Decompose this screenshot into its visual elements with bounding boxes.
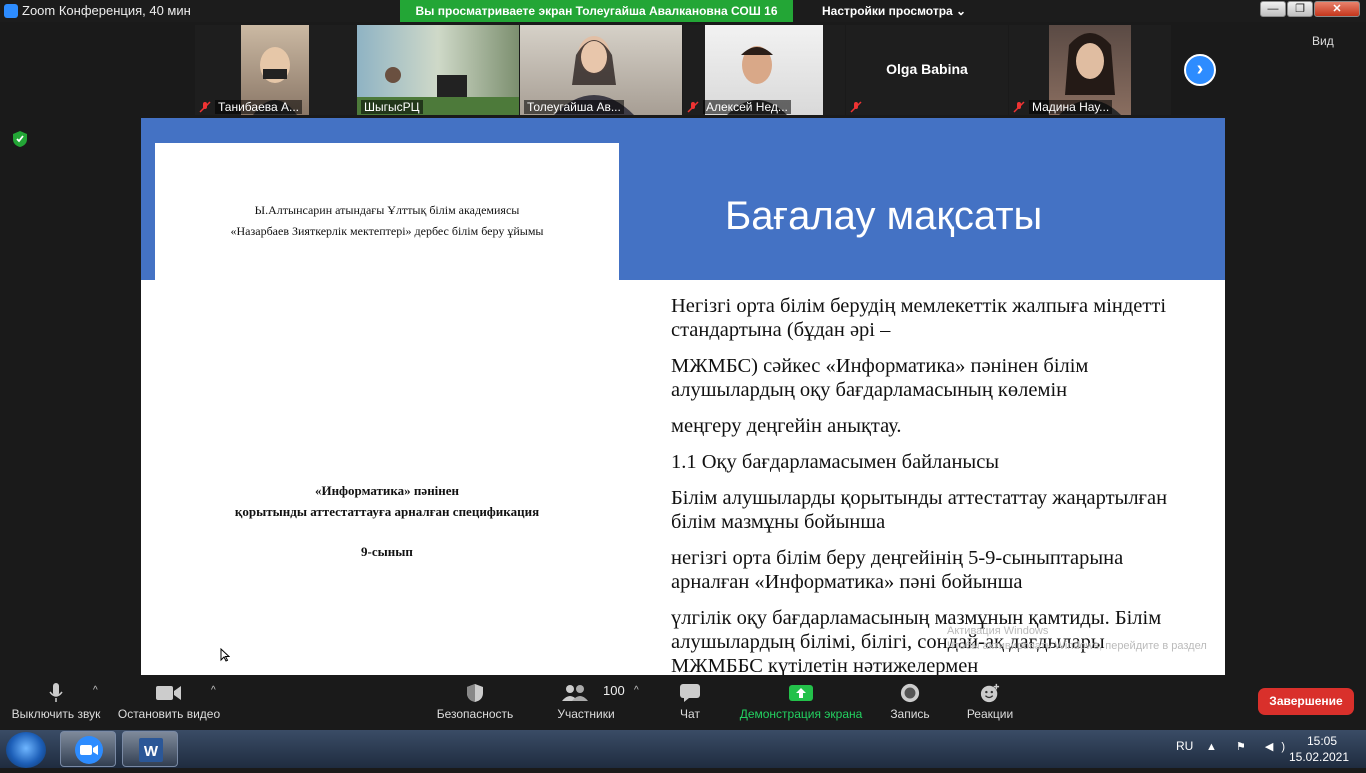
mic-muted-icon	[199, 101, 211, 113]
participants-options-caret-icon[interactable]: ^	[634, 685, 639, 696]
participant-tile[interactable]: Алексей Нед...	[683, 25, 845, 115]
share-screen-icon	[789, 685, 813, 701]
participant-name: ШыгысРЦ	[361, 100, 423, 114]
meeting-toolbar: Выключить звук ^ Остановить видео ^ Безо…	[0, 675, 1366, 730]
slide-body: Негізгі орта білім берудің мемлекеттік ж…	[671, 294, 1191, 675]
share-screen-label: Демонстрация экрана	[739, 707, 863, 721]
participant-name: Алексей Нед...	[703, 100, 791, 114]
slide-paragraph: МЖМБС) сәйкес «Информатика» пәнінен білі…	[671, 355, 1089, 401]
close-button[interactable]: ✕	[1314, 1, 1360, 17]
shared-screen: Ы.Алтынсарин атындағы Ұлттық білім акаде…	[141, 118, 1225, 675]
mic-muted-icon	[687, 101, 699, 113]
security-label: Безопасность	[436, 707, 514, 721]
participants-label: Участники	[557, 707, 615, 721]
participant-tile[interactable]: Olga Babina	[846, 25, 1008, 115]
stop-video-label: Остановить видео	[117, 707, 221, 721]
microphone-icon	[49, 683, 63, 702]
record-button[interactable]: Запись	[880, 675, 940, 730]
reactions-button[interactable]: Реакции	[960, 675, 1020, 730]
document-org-line: Ы.Алтынсарин атындағы Ұлттық білім акаде…	[254, 203, 520, 217]
clock-time[interactable]: 15:05	[1290, 734, 1354, 748]
security-button[interactable]: Безопасность	[430, 675, 520, 730]
stop-video-button[interactable]: Остановить видео	[114, 675, 224, 730]
slide-paragraph: негізгі орта білім беру деңгейінің 5-9-с…	[671, 547, 1124, 593]
mute-label: Выключить звук	[11, 707, 101, 721]
document-org-line: «Назарбаев Зияткерлік мектептері» дербес…	[230, 224, 544, 238]
watermark-line: Активация Windows	[947, 625, 1049, 637]
windows-start-icon[interactable]	[6, 732, 46, 768]
participant-tile[interactable]: Танибаева А...	[195, 25, 357, 115]
view-button[interactable]: Вид	[1312, 34, 1334, 48]
maximize-button[interactable]: ❐	[1287, 1, 1313, 17]
participant-name: Мадина Нау...	[1029, 100, 1113, 114]
word-document-icon: W	[139, 738, 163, 762]
document-title: «Информатика» пәнінен	[314, 483, 460, 498]
word-letter: W	[144, 743, 159, 760]
taskbar-word-app[interactable]: W	[122, 731, 178, 767]
mic-muted-icon	[1013, 101, 1025, 113]
reactions-label: Реакции	[966, 707, 1014, 721]
windows-activation-watermark: Активация Windows Чтобы активировать Win…	[947, 624, 1207, 654]
participant-tile-active-speaker[interactable]: Толеугайша Ав...	[520, 25, 682, 115]
windows-taskbar: W RU ▲ ⚑ ◀) 15:05 15.02.2021	[0, 730, 1366, 768]
slide-paragraph: меңгеру деңгейін анықтау.	[671, 415, 902, 437]
system-tray-icons[interactable]: ▲ ⚑ ◀)	[1206, 740, 1293, 753]
audio-options-caret-icon[interactable]: ^	[93, 685, 98, 696]
record-icon	[900, 683, 920, 703]
title-bar: Zoom Конференция, 40 мин Вы просматривае…	[0, 0, 1366, 22]
participant-name: Танибаева А...	[215, 100, 302, 114]
document-grade: 9-сынып	[361, 544, 413, 559]
chat-bubble-icon	[680, 684, 700, 702]
participant-name: Толеугайша Ав...	[524, 100, 624, 114]
record-label: Запись	[890, 707, 930, 721]
view-options-button[interactable]: Настройки просмотра ⌄	[822, 4, 966, 18]
watermark-line: Чтобы активировать Windows, перейдите в …	[947, 640, 1207, 652]
chat-label: Чат	[680, 707, 700, 721]
video-options-caret-icon[interactable]: ^	[211, 685, 216, 696]
next-page-arrow-icon[interactable]: ›	[1184, 54, 1216, 86]
slide-paragraph: 1.1 Оқу бағдарламасымен байланысы	[671, 451, 1000, 473]
participant-strip: ✋ Танибаева А... ШыгысРЦ Толеугайша Ав..…	[0, 22, 1366, 118]
document-page: Ы.Алтынсарин атындағы Ұлттық білім акаде…	[155, 143, 619, 675]
participant-name-large: Olga Babina	[886, 61, 968, 77]
zoom-camera-icon	[75, 736, 103, 764]
participant-tile[interactable]: ШыгысРЦ	[357, 25, 519, 115]
slide-title: Бағалау мақсаты	[725, 194, 1043, 238]
security-shield-icon	[467, 684, 483, 702]
video-camera-icon	[156, 686, 181, 700]
minimize-button[interactable]: —	[1260, 1, 1286, 17]
zoom-logo-icon	[4, 4, 18, 18]
document-title: қорытынды аттестаттауға арналған специфи…	[234, 504, 540, 519]
participants-count: 100	[603, 683, 625, 698]
share-banner: Вы просматриваете экран Толеугайша Авалк…	[400, 0, 793, 22]
encryption-shield-icon[interactable]	[12, 130, 28, 148]
mute-button[interactable]: Выключить звук	[0, 675, 112, 730]
slide-paragraph: Білім алушыларды қорытынды аттестаттау ж…	[671, 487, 1168, 533]
mouse-cursor-icon	[220, 648, 230, 662]
clock-date[interactable]: 15.02.2021	[1284, 750, 1354, 764]
chat-button[interactable]: Чат	[660, 675, 720, 730]
taskbar-zoom-app[interactable]	[60, 731, 116, 767]
slide-paragraph: Негізгі орта білім берудің мемлекеттік ж…	[671, 295, 1167, 341]
reaction-smiley-icon	[980, 683, 1000, 703]
mic-muted-icon	[850, 101, 862, 113]
participant-tile[interactable]: Мадина Нау...	[1009, 25, 1171, 115]
participants-icon	[562, 685, 589, 701]
window-title: Zoom Конференция, 40 мин	[22, 3, 191, 18]
language-indicator[interactable]: RU	[1176, 739, 1193, 753]
share-screen-button[interactable]: Демонстрация экрана	[738, 675, 864, 730]
end-meeting-button[interactable]: Завершение	[1258, 688, 1354, 715]
